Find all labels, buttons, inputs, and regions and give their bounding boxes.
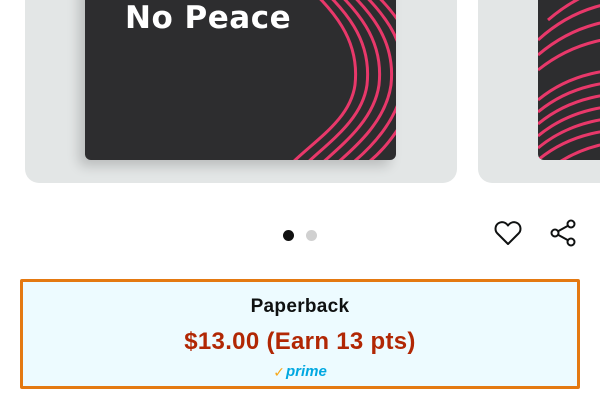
product-page: No Peace Paperback $13.00 (Earn 13 pts) …	[0, 0, 600, 400]
book-cover-image-next[interactable]	[538, 0, 600, 160]
prime-check-icon: ✓	[273, 363, 285, 380]
carousel-dot-1[interactable]	[283, 230, 294, 241]
format-label: Paperback	[250, 296, 350, 317]
cover-title-text: No Peace	[125, 0, 292, 36]
prime-badge: ✓ prime	[23, 364, 577, 379]
carousel-slide-next[interactable]	[478, 0, 600, 183]
image-carousel[interactable]: No Peace	[0, 0, 600, 200]
carousel-indicators	[283, 230, 317, 241]
carousel-slide-current[interactable]: No Peace	[25, 0, 457, 183]
carousel-dot-2[interactable]	[306, 230, 317, 241]
heart-icon	[494, 221, 522, 245]
add-to-wishlist-button[interactable]	[492, 217, 524, 249]
cover-stripes-graphic-next	[538, 0, 600, 160]
share-icon	[550, 219, 576, 247]
format-price: $13.00 (Earn 13 pts)	[184, 328, 416, 355]
book-cover-image[interactable]: No Peace	[85, 0, 396, 160]
prime-label: prime	[285, 363, 327, 380]
format-option-paperback[interactable]: Paperback $13.00 (Earn 13 pts) ✓ prime	[20, 279, 580, 389]
share-button[interactable]	[548, 217, 580, 249]
